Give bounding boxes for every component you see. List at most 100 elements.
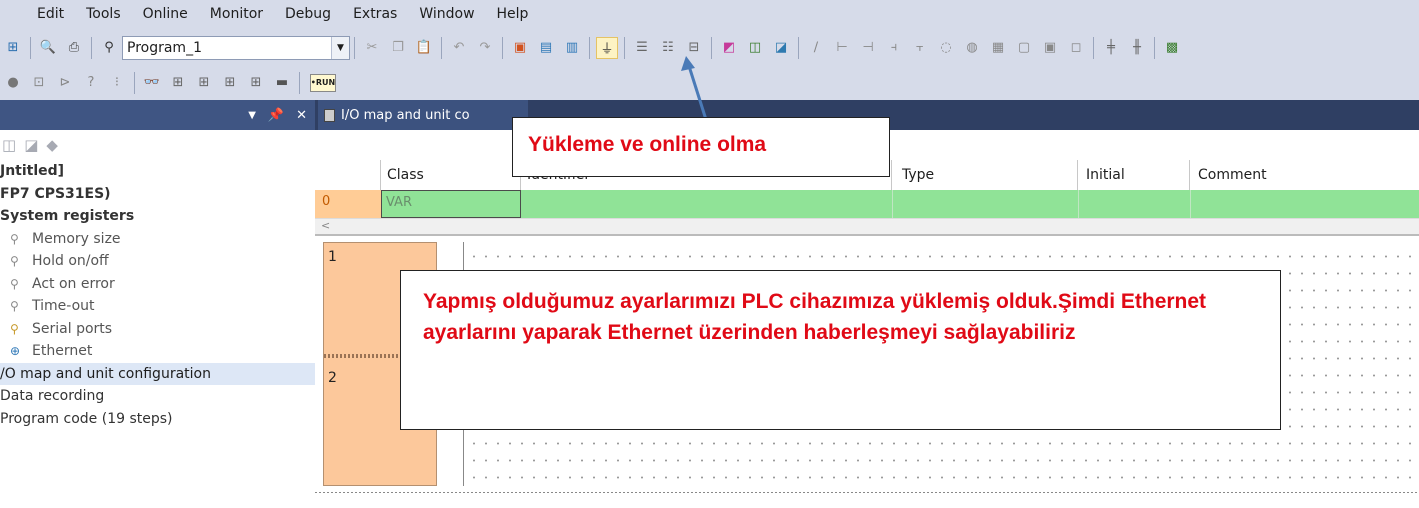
run-mode-button[interactable]: •RUN [310,73,336,92]
diamond-icon[interactable]: ◆ [46,136,58,154]
menu-window[interactable]: Window [408,0,485,30]
redo-icon[interactable]: ↷ [474,37,496,59]
check-icon[interactable]: ▥ [561,37,583,59]
online-config-icon[interactable]: ▩ [1161,37,1183,59]
tree-system-registers[interactable]: System registers [0,205,315,228]
tree-label: Act on error [32,275,115,292]
tab-title: I/O map and unit co [341,107,470,123]
menu-monitor[interactable]: Monitor [199,0,274,30]
compile-all-icon[interactable]: ▤ [535,37,557,59]
tab-io-map[interactable]: I/O map and unit co [318,100,528,130]
table-icon[interactable]: ⊞ [193,72,215,94]
compile-icon[interactable]: ▣ [509,37,531,59]
record-icon[interactable]: ● [2,72,24,94]
callout-upload-online: Yükleme ve online olma [512,117,890,177]
tree-program-code[interactable]: Program code (19 steps) [0,408,315,431]
step-icon[interactable]: ⊡ [28,72,50,94]
variables-icon[interactable]: ◫ [744,37,766,59]
menu-online[interactable]: Online [132,0,199,30]
branch-close-icon[interactable]: ╫ [1126,37,1148,59]
box-icon[interactable]: ▢ [1013,37,1035,59]
tree-ethernet[interactable]: ⊕ Ethernet [0,340,315,363]
insert-row-icon[interactable]: ☰ [631,37,653,59]
contact-p-icon[interactable]: ⫞ [883,37,905,59]
view-list-icon[interactable]: ◪ [24,136,38,154]
col-header-comment[interactable]: Comment [1190,160,1419,190]
network-icon[interactable]: ⊟ [683,37,705,59]
insert-column-icon[interactable]: ☷ [657,37,679,59]
program-select[interactable]: Program_1 ▼ [122,35,350,60]
row-number: 0 [315,190,381,218]
view-icon[interactable]: ◫ [2,136,16,154]
tree-project[interactable]: Jntitled] [0,160,315,183]
contact-no-icon[interactable]: ⊢ [831,37,853,59]
toolbar-separator [441,36,442,59]
col-header-type[interactable]: Type [892,160,1078,190]
table-row[interactable]: 0 VAR [315,190,1419,218]
register-icon: ⚲ [10,276,19,291]
question-icon[interactable]: ? [80,72,102,94]
menu-debug[interactable]: Debug [274,0,342,30]
tree-time-out[interactable]: ⚲ Time-out [0,295,315,318]
menu-help[interactable]: Help [486,0,540,30]
tree-act-on-error[interactable]: ⚲ Act on error [0,273,315,296]
menu-extras[interactable]: Extras [342,0,408,30]
tree-serial-ports[interactable]: ⚲ Serial ports [0,318,315,341]
contact-nc-icon[interactable]: ⊣ [857,37,879,59]
tree-plc[interactable]: FP7 CPS31ES) [0,183,315,206]
tree-data-recording[interactable]: Data recording [0,385,315,408]
toolbar-separator [798,36,799,59]
table-icon[interactable]: ⊞ [219,72,241,94]
menu-edit[interactable]: Edit [0,0,75,30]
comment-icon[interactable]: ◻ [1065,37,1087,59]
undo-icon[interactable]: ↶ [448,37,470,59]
col-header-blank [315,160,381,190]
cut-icon[interactable]: ✂ [361,37,383,59]
register-icon: ⚲ [10,299,19,313]
toolbar-separator [502,36,503,59]
class-cell[interactable]: VAR [381,190,521,218]
line-icon[interactable]: ∕ [805,37,827,59]
plc-icon[interactable]: ▬ [271,72,293,94]
tree-label: Ethernet [32,343,93,359]
ladder-end-line [315,492,1419,493]
branch-icon[interactable]: ╪ [1100,37,1122,59]
tree-memory-size[interactable]: ⚲ Memory size [0,228,315,251]
table-icon[interactable]: ⊞ [245,72,267,94]
copy-icon[interactable]: ❐ [387,37,409,59]
block-icon[interactable]: ▣ [1039,37,1061,59]
colon-icon[interactable]: ⁝ [106,72,128,94]
contact-n-icon[interactable]: ⫟ [909,37,931,59]
binoculars-icon[interactable]: ⚲ [98,37,120,59]
chevron-down-icon[interactable]: ▼ [248,110,256,121]
monitor-glasses-icon[interactable]: 👓 [141,72,163,94]
rung-number: 1 [328,249,337,265]
menu-tools[interactable]: Tools [75,0,132,30]
close-icon[interactable]: ✕ [296,108,307,123]
cell-divider [892,190,893,218]
print-preview-icon[interactable]: 🔍 [37,37,59,59]
config-icon[interactable]: ◪ [770,37,792,59]
program-select-value: Program_1 [127,39,202,56]
project-tree-icon[interactable]: ⊞ [2,37,24,59]
col-header-initial[interactable]: Initial [1078,160,1190,190]
paste-icon[interactable]: 📋 [413,37,435,59]
table-icon[interactable]: ⊞ [167,72,189,94]
cell-divider [1190,190,1191,218]
tree-io-map[interactable]: /O map and unit configuration [0,362,315,385]
tree-label: Hold on/off [32,253,109,269]
var-icon[interactable]: ▦ [987,37,1009,59]
chevron-down-icon[interactable]: ▼ [331,36,349,59]
plug-icon[interactable]: ⏚ [596,36,618,59]
printer-icon[interactable]: ⎙ [63,37,85,59]
run-to-icon[interactable]: ⊳ [54,72,76,94]
pin-icon[interactable]: 📌 [268,108,284,123]
col-header-class[interactable]: Class [381,160,521,190]
monitor-icon[interactable]: ◩ [718,37,740,59]
coil-icon[interactable]: ◌ [935,37,957,59]
coil-set-icon[interactable]: ◍ [961,37,983,59]
scroll-left-icon[interactable]: < [321,219,330,232]
horizontal-scrollbar[interactable]: < [315,218,1419,234]
tree-hold-onoff[interactable]: ⚲ Hold on/off [0,250,315,273]
toolbar-separator [299,71,300,94]
